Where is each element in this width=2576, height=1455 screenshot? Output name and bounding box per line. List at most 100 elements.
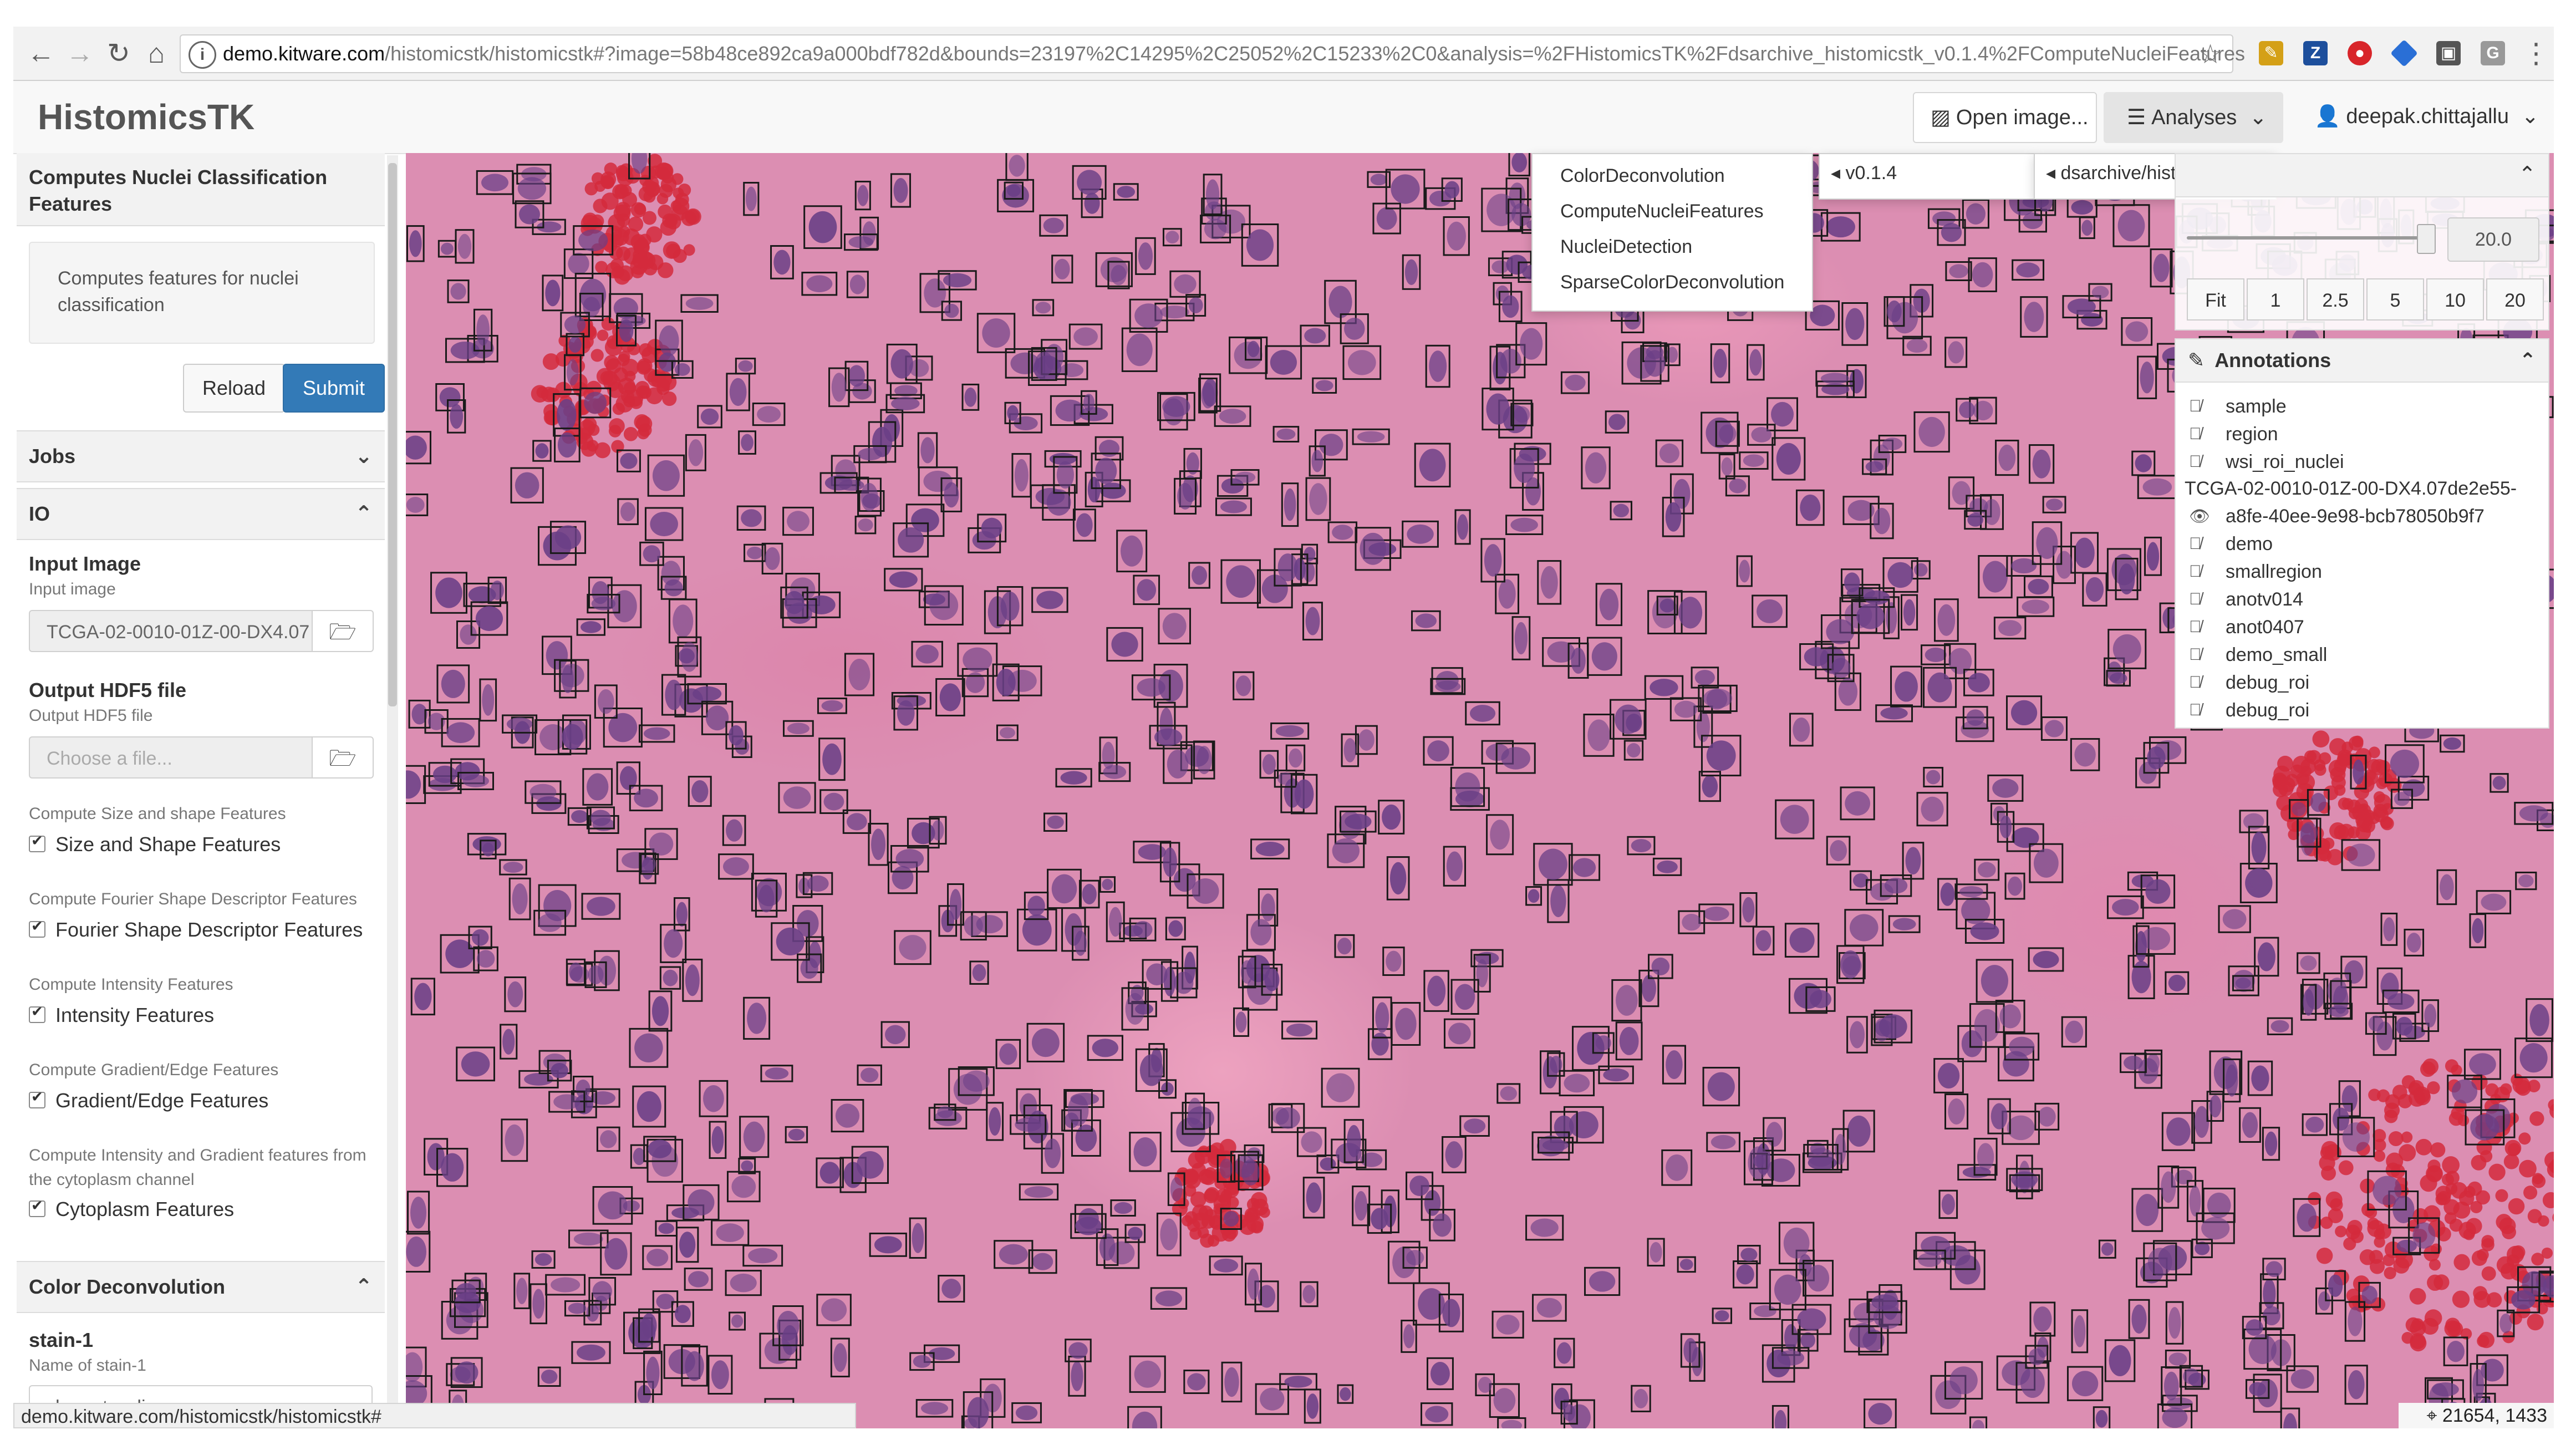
browser-menu-icon[interactable]: ⋮ [2519, 37, 2553, 70]
eye-slash-icon[interactable]: 👁̸ [2189, 425, 2202, 444]
intensity-checkbox[interactable]: Intensity Features [29, 1003, 214, 1027]
nucleus [1092, 1039, 1118, 1057]
nucleus [1608, 414, 1626, 430]
extension-g-icon[interactable]: G [2481, 41, 2505, 65]
fourier-checkbox[interactable]: Fourier Shape Descriptor Features [29, 918, 363, 942]
nucleus [784, 591, 805, 614]
open-image-button[interactable]: ▨ Open image... [1913, 92, 2097, 143]
nucleus [2481, 1359, 2504, 1382]
adblock-icon[interactable]: ● [2348, 41, 2372, 65]
eye-slash-icon[interactable]: 👁̸ [2189, 590, 2202, 609]
zoom-2-5-button[interactable]: 2.5 [2307, 278, 2364, 320]
folder-open-icon[interactable]: 🗁 [312, 736, 374, 779]
forward-icon[interactable]: → [63, 37, 96, 70]
submit-button[interactable]: Submit [283, 364, 385, 413]
nucleus [1192, 566, 1208, 585]
checkbox-icon[interactable] [29, 1197, 45, 1217]
nucleus [1224, 1367, 1239, 1397]
address-bar[interactable]: i demo.kitware.com/histomicstk/histomics… [180, 34, 2245, 73]
zoom-20-button[interactable]: 20 [2486, 278, 2544, 320]
input-image-field[interactable]: TCGA-02-0010-01Z-00-DX4.07 [29, 610, 312, 652]
checkbox-icon[interactable] [29, 918, 45, 938]
jobs-panel-header[interactable]: Jobs ⌄ [17, 430, 385, 482]
size-shape-checkbox[interactable]: Size and Shape Features [29, 832, 281, 856]
extension-z-icon[interactable]: Z [2303, 41, 2328, 65]
annotation-item[interactable]: anotv014 [2226, 589, 2303, 611]
menu-item-color-deconvolution[interactable]: ColorDeconvolution [1560, 165, 1725, 187]
annotation-item[interactable]: anot0407 [2226, 617, 2304, 638]
menu-item-sparse-color-deconvolution[interactable]: SparseColorDeconvolution [1560, 272, 1784, 293]
cytoplasm-checkbox[interactable]: Cytoplasm Features [29, 1197, 234, 1221]
annotation-item[interactable]: debug_roi [2226, 700, 2309, 721]
color-deconv-panel-header[interactable]: Color Deconvolution ⌃ [17, 1261, 385, 1313]
nucleus [1084, 192, 1100, 214]
zoom-value-input[interactable]: 20.0 [2447, 217, 2539, 262]
annotation-item[interactable]: demo [2226, 533, 2273, 555]
zoom-slider-thumb[interactable] [2417, 224, 2436, 254]
red-blood-cell [2393, 1257, 2410, 1274]
eye-slash-icon[interactable]: 👁̸ [2189, 452, 2202, 471]
folder-open-icon[interactable]: 🗁 [312, 610, 374, 652]
nucleus [1674, 700, 1698, 718]
brand-title[interactable]: HistomicsTK [38, 96, 254, 138]
nucleus [441, 669, 465, 698]
nucleus [1808, 1147, 1834, 1167]
nucleus [568, 336, 582, 353]
annotation-item[interactable]: a8fe-40ee-9e98-bcb78050b9f7 [2226, 506, 2485, 527]
eye-slash-icon[interactable]: 👁̸ [2189, 535, 2202, 553]
checkbox-icon[interactable] [29, 832, 45, 852]
extension-pen-icon[interactable]: ✎ [2259, 41, 2283, 65]
annotation-item[interactable]: demo_small [2226, 644, 2327, 666]
gradient-checkbox[interactable]: Gradient/Edge Features [29, 1088, 268, 1112]
annotation-item[interactable]: smallregion [2226, 561, 2322, 583]
annotation-item[interactable]: wsi_roi_nuclei [2226, 451, 2344, 473]
version-item[interactable]: ◂ v0.1.4 [1831, 162, 1897, 184]
analyses-button[interactable]: ☰ Analyses ⌄ [2104, 92, 2283, 143]
extension-camera-icon[interactable]: ▣ [2436, 41, 2461, 65]
zoom-5-button[interactable]: 5 [2366, 278, 2424, 320]
annotation-item[interactable]: sample [2226, 396, 2287, 418]
red-blood-cell [2273, 765, 2291, 783]
annotation-item[interactable]: region [2226, 424, 2278, 445]
nucleus [1446, 851, 1463, 881]
home-icon[interactable]: ⌂ [140, 37, 173, 70]
checkbox-icon[interactable] [29, 1088, 45, 1108]
eye-slash-icon[interactable]: 👁̸ [2189, 701, 2202, 720]
io-panel-header[interactable]: IO ⌃ [17, 488, 385, 540]
info-icon[interactable]: i [189, 41, 216, 69]
eye-slash-icon[interactable]: 👁̸ [2189, 562, 2202, 581]
nucleus [1847, 1115, 1871, 1147]
extension-diamond-icon[interactable] [2390, 39, 2418, 67]
eye-slash-icon[interactable]: 👁̸ [2189, 618, 2202, 637]
annotation-item[interactable]: debug_roi [2226, 672, 2309, 694]
nucleus [996, 668, 1016, 696]
nucleus [1187, 1373, 1206, 1391]
menu-item-nuclei-detection[interactable]: NucleiDetection [1560, 236, 1692, 258]
zoom-1-button[interactable]: 1 [2247, 278, 2304, 320]
checkbox-icon[interactable] [29, 1003, 45, 1023]
zoom-fit-button[interactable]: Fit [2187, 278, 2244, 320]
annotations-header[interactable]: ✎ Annotations ⌃ [2176, 339, 2548, 383]
eye-slash-icon[interactable]: 👁̸ [2189, 645, 2202, 664]
eye-slash-icon[interactable]: 👁̸ [2189, 397, 2202, 416]
eye-icon[interactable]: 👁 [2189, 507, 2210, 526]
nucleus [676, 902, 688, 927]
chevron-up-icon[interactable]: ⌃ [2518, 162, 2536, 187]
output-file-field[interactable]: Choose a file... [29, 736, 312, 779]
reload-icon[interactable]: ↻ [102, 37, 135, 70]
zoom-slider-track[interactable] [2187, 236, 2425, 240]
menu-item-compute-nuclei-features[interactable]: ComputeNucleiFeatures [1560, 201, 1764, 222]
version-submenu[interactable]: ◂ v0.1.4 [1819, 153, 2035, 200]
reload-button[interactable]: Reload [183, 364, 285, 413]
eye-slash-icon[interactable]: 👁̸ [2189, 673, 2202, 692]
scrollbar-thumb[interactable] [388, 163, 397, 706]
bookmark-star-icon[interactable]: ☆ [2198, 39, 2222, 70]
nucleus [1666, 1050, 1683, 1079]
panel-scrollbar[interactable] [387, 155, 398, 1428]
nucleus [931, 820, 944, 841]
zoom-10-button[interactable]: 10 [2426, 278, 2484, 320]
nucleus [1117, 186, 1136, 198]
user-menu[interactable]: 👤 deepak.chittajallu ⌄ [2298, 92, 2539, 141]
nucleus [685, 1351, 704, 1381]
back-icon[interactable]: ← [24, 37, 58, 70]
